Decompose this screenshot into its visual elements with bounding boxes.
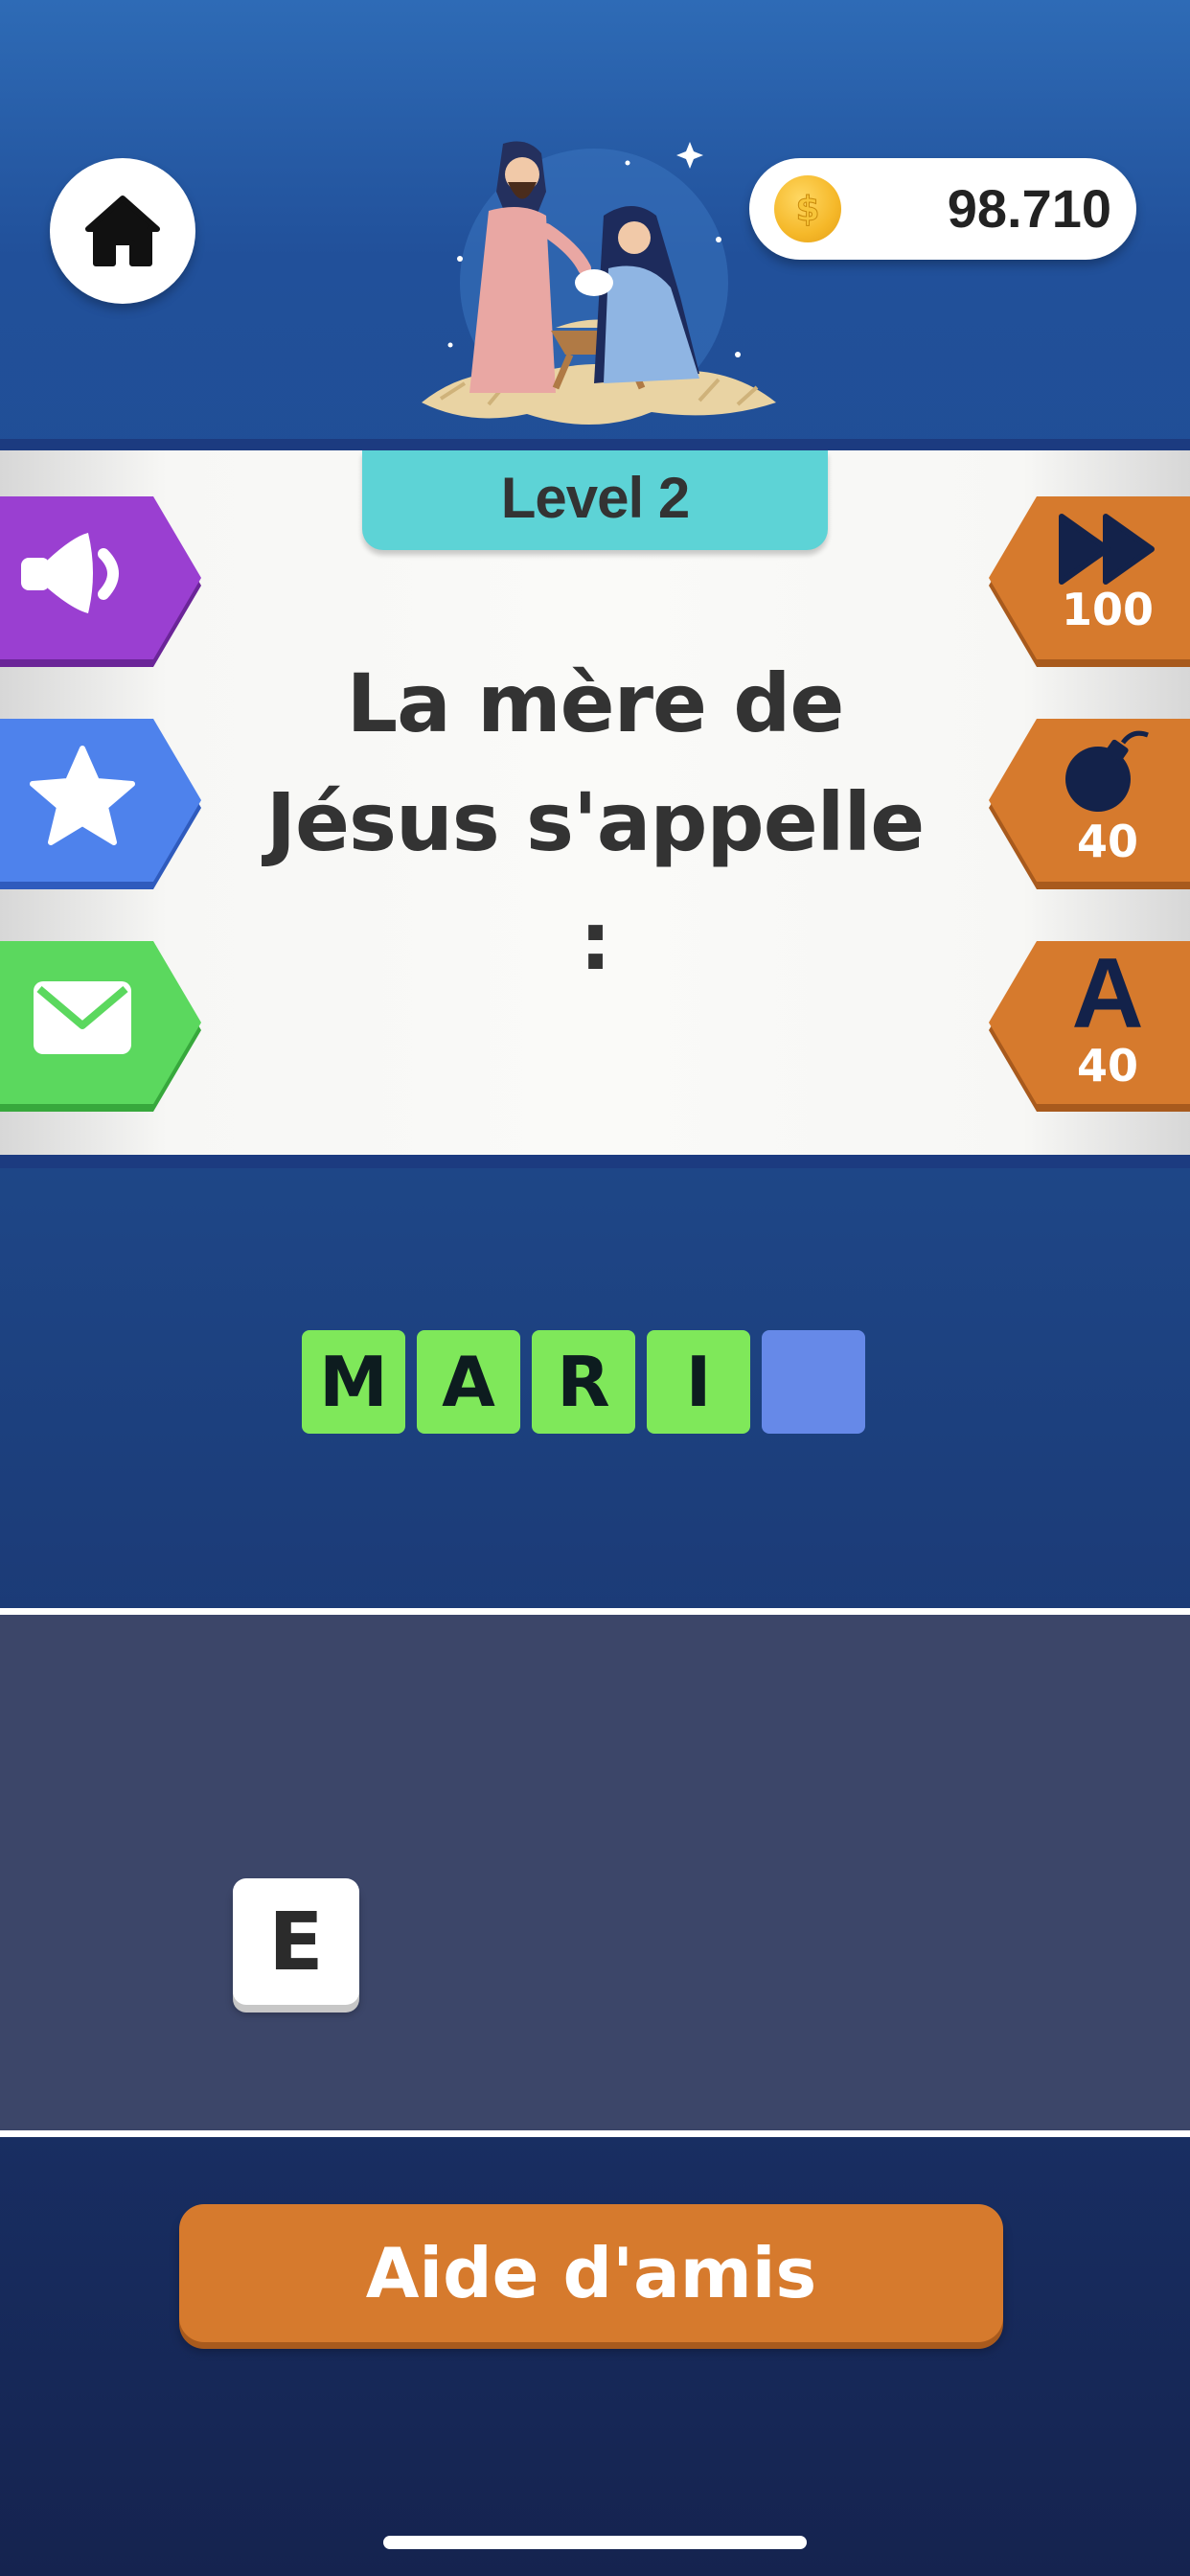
question-text: La mère de Jésus s'appelle : xyxy=(265,656,925,988)
envelope-icon xyxy=(34,981,131,1054)
level-label: Level 2 xyxy=(362,450,828,550)
coin-balance[interactable]: $ 98.710 xyxy=(749,158,1136,260)
speaker-icon xyxy=(21,533,119,613)
letter-tile[interactable]: E xyxy=(233,1878,359,2005)
skip-button[interactable]: 100 xyxy=(987,487,1190,669)
home-button[interactable] xyxy=(50,158,195,304)
skip-cost: 100 xyxy=(1061,584,1155,635)
bomb-cost: 40 xyxy=(1076,816,1138,867)
fast-forward-icon xyxy=(1059,514,1155,585)
header: $ 98.710 xyxy=(0,0,1190,441)
panel-border-top xyxy=(0,439,1190,450)
home-icon xyxy=(85,196,160,266)
home-indicator[interactable] xyxy=(383,2536,807,2549)
answer-slot-empty[interactable] xyxy=(762,1330,865,1434)
friends-help-button[interactable]: Aide d'amis xyxy=(179,2204,1003,2342)
reveal-letter-cost: 40 xyxy=(1076,1040,1138,1092)
bomb-button[interactable]: 40 xyxy=(987,709,1190,891)
favorite-button[interactable] xyxy=(0,709,203,891)
answer-slot[interactable]: I xyxy=(647,1330,750,1434)
share-button[interactable] xyxy=(0,932,203,1114)
answer-slot[interactable]: R xyxy=(532,1330,635,1434)
letter-tray xyxy=(0,1615,1190,2130)
bomb-icon xyxy=(1065,730,1149,812)
nativity-illustration xyxy=(422,141,776,426)
answer-slots: M A R I xyxy=(302,1330,865,1434)
tray-divider-top xyxy=(0,1608,1190,1615)
star-icon xyxy=(30,746,135,845)
answer-slot[interactable]: A xyxy=(417,1330,520,1434)
coin-icon: $ xyxy=(774,175,841,242)
reveal-letter-icon: A xyxy=(1071,938,1144,1049)
panel-border-bottom xyxy=(0,1155,1190,1168)
answer-slot[interactable]: M xyxy=(302,1330,405,1434)
sound-button[interactable] xyxy=(0,487,203,669)
tray-divider-bottom xyxy=(0,2130,1190,2137)
coin-count: 98.710 xyxy=(947,178,1111,239)
reveal-letter-button[interactable]: A 40 xyxy=(987,932,1190,1114)
